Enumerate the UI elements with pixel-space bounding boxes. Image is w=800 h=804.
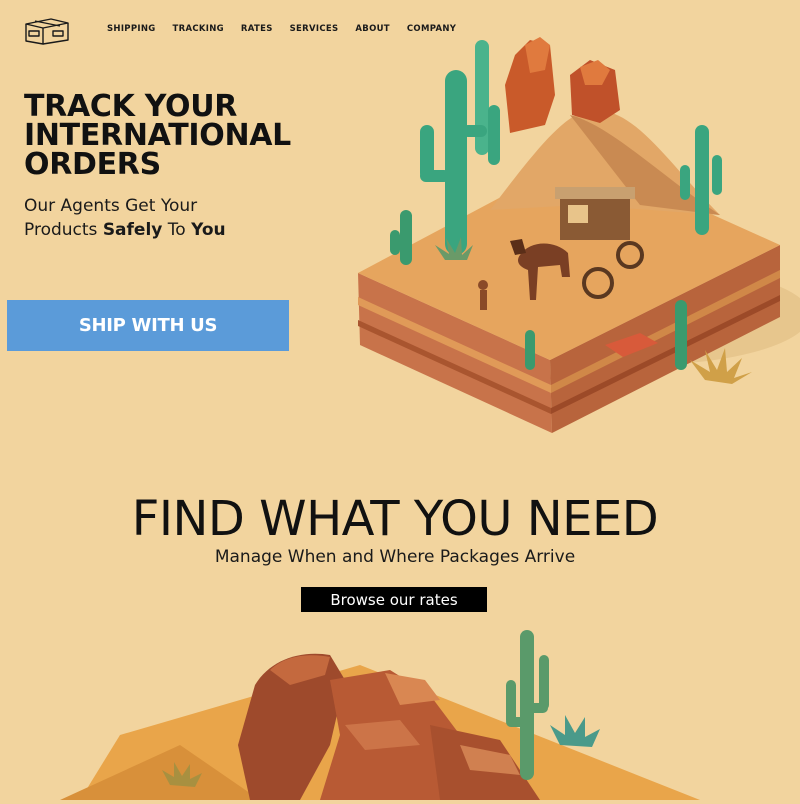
hero-subtitle-line-1: Our Agents Get Your: [24, 196, 198, 216]
nav-tracking[interactable]: TRACKING: [173, 24, 224, 34]
find-section-title: FIND WHAT YOU NEED: [131, 491, 659, 547]
browse-rates-button[interactable]: Browse our rates: [301, 587, 487, 612]
nav-rates[interactable]: RATES: [241, 24, 273, 34]
hero-subtitle-text-2: To: [162, 220, 192, 240]
desert-canyon-illustration: [0, 625, 800, 800]
hero-title-line-3: ORDERS: [24, 147, 161, 182]
package-logo-icon[interactable]: [23, 15, 71, 45]
hero-subtitle-bold-2: You: [191, 220, 226, 240]
desert-stagecoach-illustration: [340, 15, 800, 440]
hero-subtitle-text-1: Products: [24, 220, 103, 240]
hero-subtitle-bold-1: Safely: [102, 220, 163, 240]
hero-subtitle: Our Agents Get Your Products Safely To Y…: [24, 194, 324, 242]
hero-title: TRACK YOUR INTERNATIONAL ORDERS: [24, 92, 354, 182]
nav-services[interactable]: SERVICES: [290, 24, 339, 34]
ship-with-us-button[interactable]: SHIP WITH US: [7, 300, 289, 351]
nav-shipping[interactable]: SHIPPING: [107, 24, 156, 34]
find-section-subtitle: Manage When and Where Packages Arrive: [214, 547, 576, 567]
